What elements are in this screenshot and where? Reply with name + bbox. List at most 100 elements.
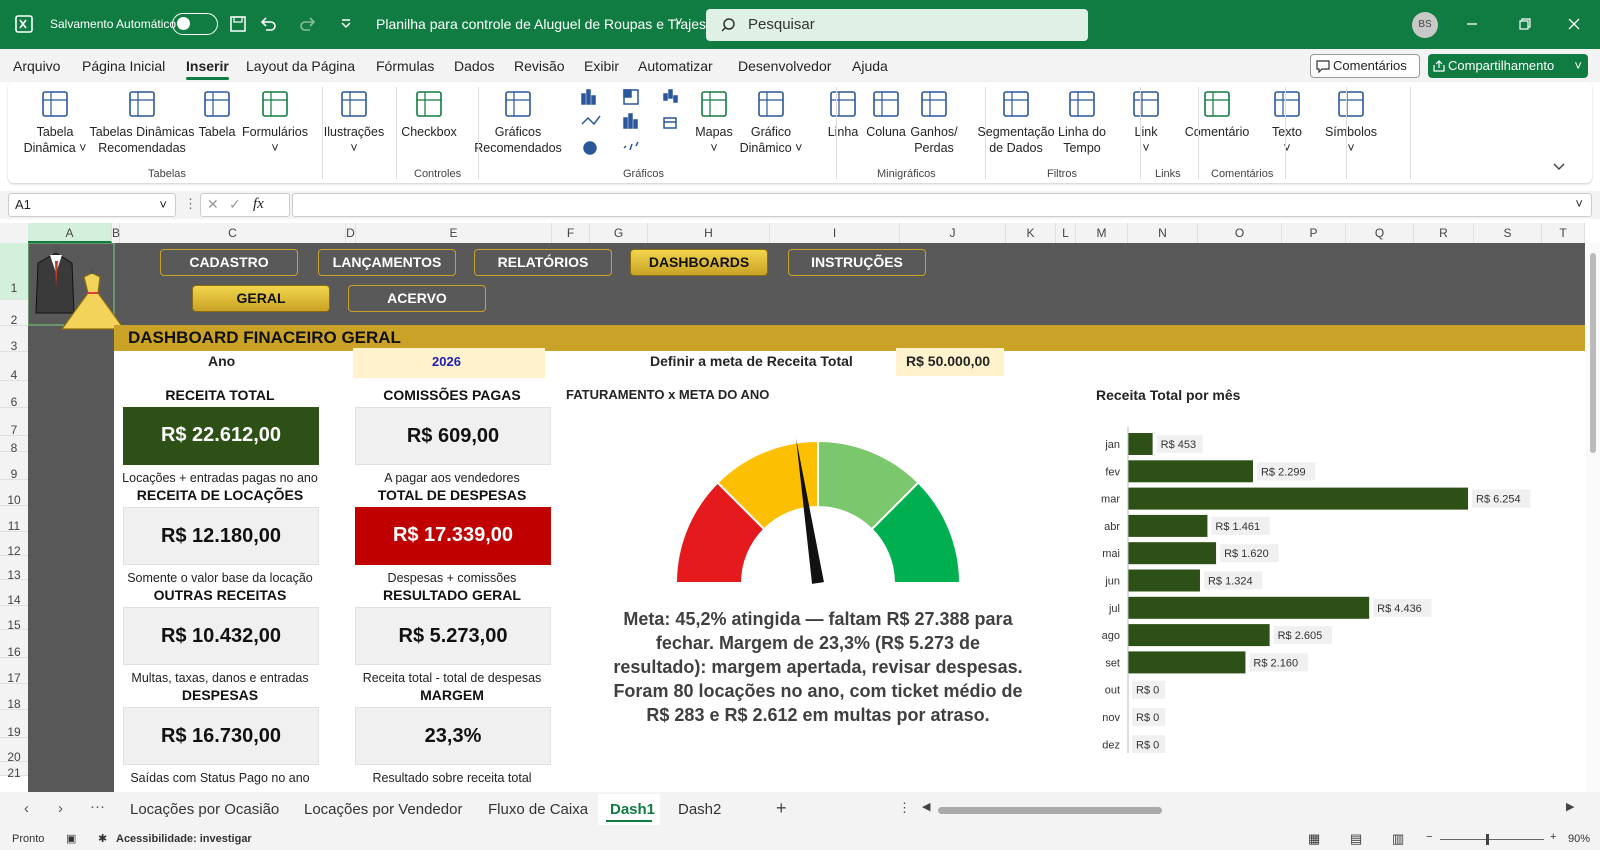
ribbon-button-17[interactable]: Símbolos ˅ [1291,88,1411,156]
comments-button[interactable]: Comentários [1310,54,1420,78]
menu-item-layout[interactable]: Layout da Página [246,58,355,74]
row-header-6[interactable]: 6 [0,381,28,409]
enter-icon[interactable]: ✓ [229,196,241,213]
row-header-10[interactable]: 10 [0,480,28,507]
customize-qat-icon[interactable] [336,14,356,34]
close-icon[interactable] [1562,12,1586,36]
menu-item-inserir[interactable]: Inserir [186,58,229,80]
scroll-right-icon[interactable]: ▶ [1566,800,1574,813]
scroll-left-icon[interactable]: ◀ [922,800,930,813]
column-header-K[interactable]: K [1006,223,1056,243]
vertical-scrollbar[interactable] [1586,243,1600,792]
tab-dash1[interactable]: Dash1 [610,801,655,818]
next-sheet-icon[interactable]: › [58,800,63,817]
row-header-14[interactable]: 14 [0,580,28,607]
share-button[interactable]: Compartilhamento ˅ [1428,54,1588,78]
column-header-J[interactable]: J [900,223,1006,243]
select-all-corner[interactable] [0,223,28,243]
menu-item-ajuda[interactable]: Ajuda [852,58,888,74]
row-header-7[interactable]: 7 [0,408,28,437]
menu-item-desenvolvedor[interactable]: Desenvolvedor [738,58,831,74]
tab-dash2[interactable]: Dash2 [678,801,721,818]
column-header-R[interactable]: R [1414,223,1474,243]
row-header-11[interactable]: 11 [0,506,28,533]
redo-icon[interactable] [298,14,318,34]
autosave-toggle[interactable] [172,13,218,35]
prev-sheet-icon[interactable]: ‹ [24,800,29,817]
nav-button-2[interactable]: RELATÓRIOS [474,249,612,276]
page-layout-view-icon[interactable]: ▤ [1350,831,1362,847]
row-header-15[interactable]: 15 [0,606,28,632]
accessibility-status[interactable]: Acessibilidade: investigar [116,833,252,845]
row-header-8[interactable]: 8 [0,436,28,455]
document-title[interactable]: Planilha para controle de Aluguel de Rou… [376,16,706,32]
undo-icon[interactable] [258,14,278,34]
column-header-F[interactable]: F [552,223,590,243]
chevron-down-icon[interactable]: ˅ [675,14,683,29]
column-header-T[interactable]: T [1542,223,1585,243]
menu-item-arquivo[interactable]: Arquivo [13,58,60,74]
row-header-17[interactable]: 17 [0,658,28,685]
row-header-18[interactable]: 18 [0,684,28,711]
column-header-S[interactable]: S [1474,223,1542,243]
subnav-button-1[interactable]: ACERVO [348,285,486,312]
row-header-20[interactable]: 20 [0,738,28,764]
row-header-13[interactable]: 13 [0,556,28,582]
row-header-19[interactable]: 19 [0,710,28,739]
ribbon-button-6[interactable]: Gráficos Recomendados [458,88,578,156]
column-header-H[interactable]: H [648,223,770,243]
row-header-2[interactable]: 2 [0,300,28,327]
subnav-button-0[interactable]: GERAL [192,285,330,312]
formula-input[interactable]: ˅ [292,193,1592,217]
row-header-4[interactable]: 4 [0,352,28,382]
column-header-M[interactable]: M [1076,223,1128,243]
zoom-slider-thumb[interactable] [1486,834,1489,845]
chart-type-icons[interactable] [580,88,680,160]
restore-icon[interactable] [1512,12,1536,36]
column-header-L[interactable]: L [1056,223,1076,243]
horizontal-scrollbar-thumb[interactable] [938,807,1162,814]
column-header-E[interactable]: E [356,223,552,243]
menu-item-dados[interactable]: Dados [454,58,494,74]
tab-locacoes-ocasiao[interactable]: Locações por Ocasião [130,801,279,818]
menu-item-exibir[interactable]: Exibir [584,58,619,74]
zoom-level[interactable]: 90% [1568,833,1590,845]
nav-button-4[interactable]: INSTRUÇÕES [788,249,926,276]
row-header-21[interactable]: 21 [0,762,28,780]
cancel-icon[interactable]: ✕ [207,196,219,213]
column-header-P[interactable]: P [1282,223,1346,243]
nav-button-0[interactable]: CADASTRO [160,249,298,276]
nav-button-3[interactable]: DASHBOARDS [630,249,768,276]
column-header-Q[interactable]: Q [1346,223,1414,243]
nav-button-1[interactable]: LANÇAMENTOS [318,249,456,276]
menu-item-automatizar[interactable]: Automatizar [638,58,713,74]
search-box[interactable]: Pesquisar [706,9,1088,41]
save-icon[interactable] [228,14,248,34]
column-header-A[interactable]: A [28,223,112,243]
column-header-I[interactable]: I [770,223,900,243]
row-header-3[interactable]: 3 [0,326,28,353]
chevron-down-icon[interactable]: ˅ [1575,196,1583,211]
row-header-16[interactable]: 16 [0,630,28,659]
column-header-D[interactable]: D [346,223,356,243]
row-header-12[interactable]: 12 [0,532,28,558]
zoom-in-icon[interactable]: + [1550,831,1556,843]
more-icon[interactable]: ⋮ [898,800,911,816]
column-header-O[interactable]: O [1198,223,1282,243]
insert-function-icon[interactable]: fx [253,196,264,213]
zoom-out-icon[interactable]: − [1426,831,1432,843]
add-sheet-icon[interactable]: + [776,798,787,819]
tab-locacoes-vendedor[interactable]: Locações por Vendedor [304,801,462,818]
name-box[interactable]: A1 ˅ [8,193,176,217]
column-header-G[interactable]: G [590,223,648,243]
sheet-grid[interactable]: CADASTRO LANÇAMENTOS RELATÓRIOS DASHBOARDS I… [28,243,1585,792]
row-header-1[interactable]: 1 [0,243,28,300]
minimize-icon[interactable] [1460,12,1484,36]
column-header-C[interactable]: C [120,223,346,243]
tab-fluxo-caixa[interactable]: Fluxo de Caixa [488,801,588,818]
menu-item-revisao[interactable]: Revisão [514,58,565,74]
zoom-slider[interactable] [1440,839,1544,840]
normal-view-icon[interactable]: ▦ [1308,831,1320,847]
menu-item-formulas[interactable]: Fórmulas [376,58,434,74]
row-header-9[interactable]: 9 [0,452,28,481]
